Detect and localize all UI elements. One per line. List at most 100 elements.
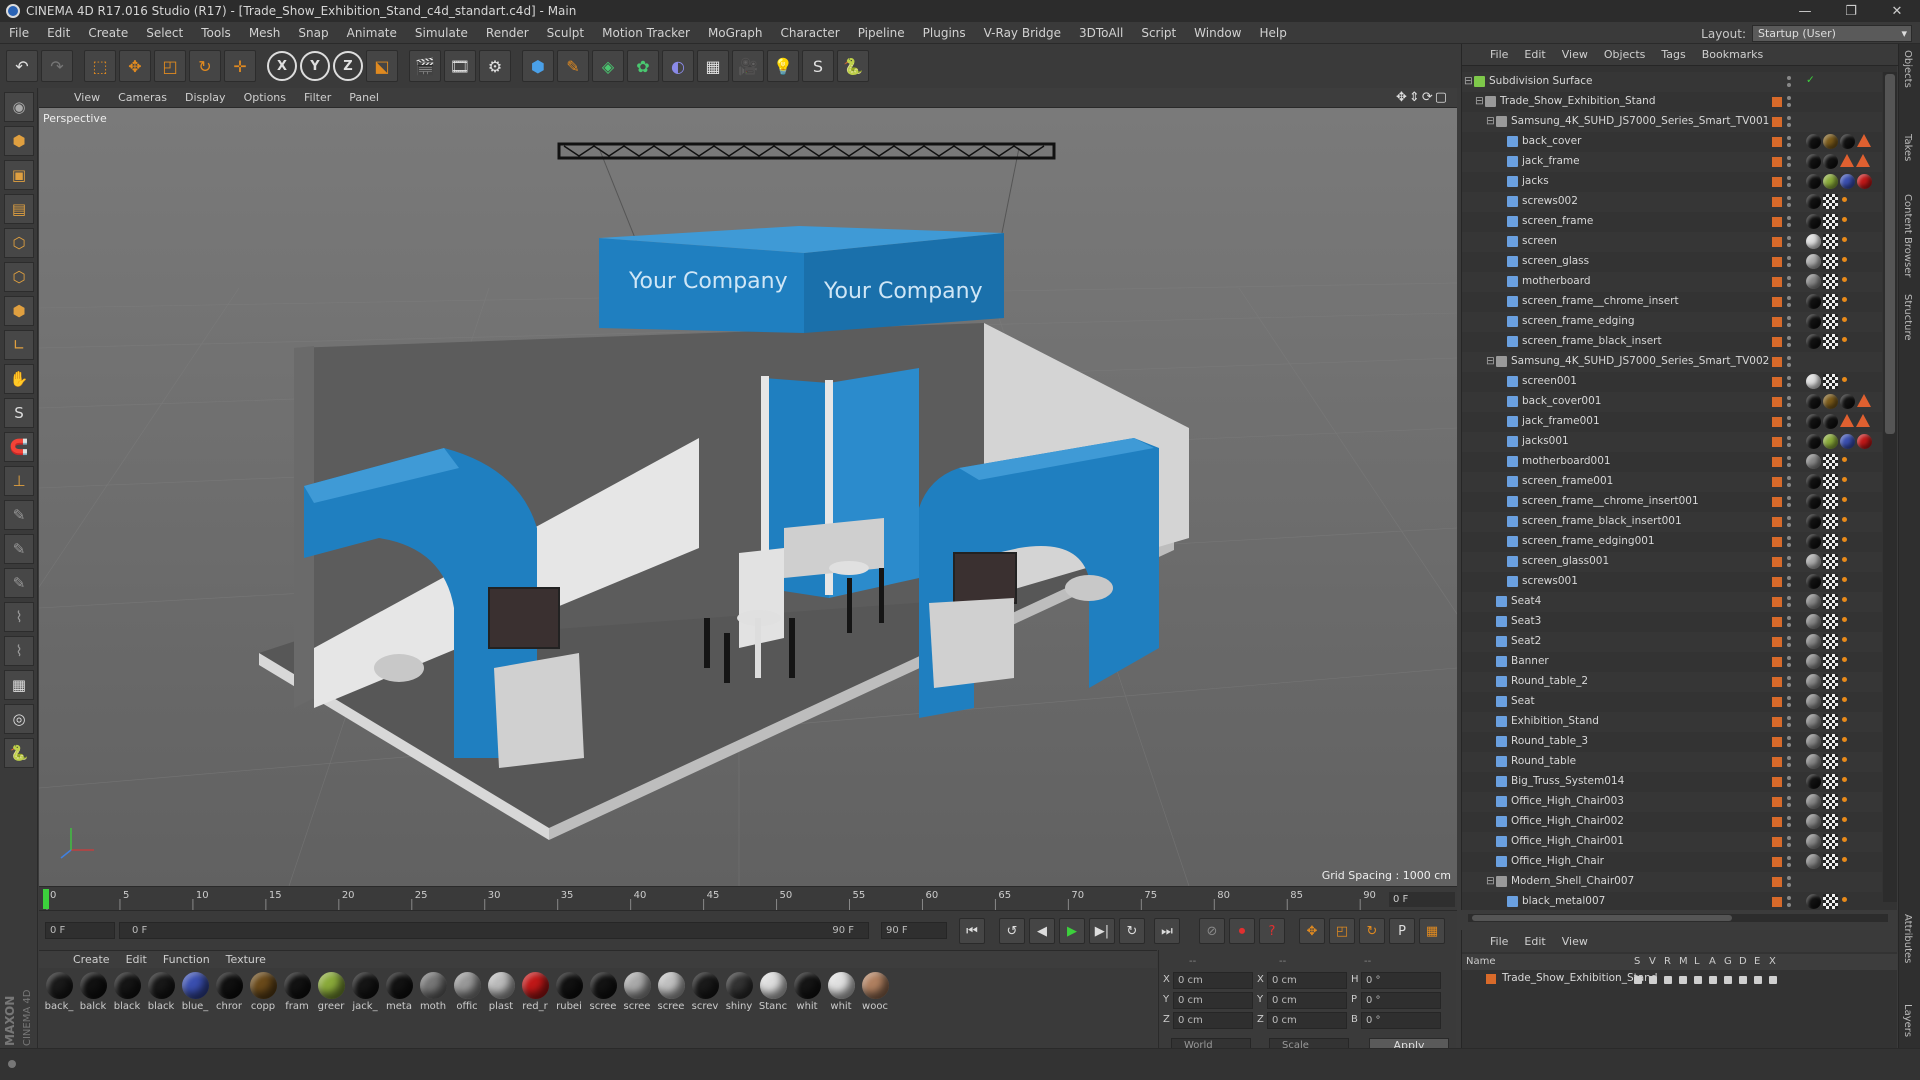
side-tab-objects[interactable]: Objects — [1902, 50, 1913, 88]
material-swatch[interactable]: black — [110, 972, 144, 1048]
material-swatch[interactable]: Stanc — [756, 972, 790, 1048]
key-pla-icon[interactable]: ▦ — [1419, 918, 1445, 944]
next-key-icon[interactable]: ↻ — [1119, 918, 1145, 944]
phong-tag-icon[interactable] — [1840, 774, 1850, 789]
play-icon[interactable]: ▶ — [1059, 918, 1085, 944]
workplane-mode-icon[interactable]: ▤ — [4, 194, 34, 224]
material-tag-icon[interactable] — [1806, 494, 1821, 509]
visibility-dots-icon[interactable] — [1787, 655, 1792, 668]
uvw-tag-icon[interactable] — [1823, 554, 1838, 569]
object-row[interactable]: Seat — [1462, 692, 1882, 712]
layer-color-icon[interactable] — [1772, 417, 1782, 427]
viewport-menu-filter[interactable]: Filter — [295, 91, 340, 104]
object-row[interactable]: Office_High_Chair002 — [1462, 812, 1882, 832]
material-tag-icon[interactable] — [1806, 134, 1821, 149]
light-icon[interactable]: 💡 — [767, 50, 799, 82]
uvw-tag-icon[interactable] — [1823, 314, 1838, 329]
coord-value-field[interactable]: 0 cm — [1173, 992, 1253, 1009]
viewport-menu-panel[interactable]: Panel — [340, 91, 388, 104]
uvw-tag-icon[interactable] — [1823, 234, 1838, 249]
phong-tag-icon[interactable] — [1840, 814, 1850, 829]
object-row[interactable]: Seat2 — [1462, 632, 1882, 652]
knife-icon[interactable]: ⌇ — [4, 636, 34, 666]
phong-tag-icon[interactable] — [1840, 574, 1850, 589]
menu-select[interactable]: Select — [137, 26, 192, 40]
subdivision-icon[interactable]: ◈ — [592, 50, 624, 82]
material-swatch[interactable]: balck — [76, 972, 110, 1048]
object-row[interactable]: screen_frame_black_insert001 — [1462, 512, 1882, 532]
layer-color-icon[interactable] — [1772, 617, 1782, 627]
y-axis-icon[interactable]: Y — [300, 51, 330, 81]
menu-edit[interactable]: Edit — [38, 26, 79, 40]
selection-tag-icon[interactable] — [1840, 154, 1854, 167]
live-selection-icon[interactable]: ⬚ — [84, 50, 116, 82]
visibility-dots-icon[interactable] — [1787, 435, 1792, 448]
object-row[interactable]: screen — [1462, 232, 1882, 252]
uvw-tag-icon[interactable] — [1823, 474, 1838, 489]
visibility-dots-icon[interactable] — [1787, 175, 1792, 188]
phong-tag-icon[interactable] — [1840, 494, 1850, 509]
layer-flag-toggle-icon[interactable] — [1739, 976, 1747, 984]
phong-tag-icon[interactable] — [1840, 594, 1850, 609]
material-swatch[interactable]: moth — [416, 972, 450, 1048]
object-menu-view[interactable]: View — [1554, 48, 1596, 61]
layer-color-icon[interactable] — [1772, 357, 1782, 367]
layer-color-icon[interactable] — [1772, 477, 1782, 487]
menu-create[interactable]: Create — [79, 26, 137, 40]
python-icon[interactable]: 🐍 — [837, 50, 869, 82]
3d-viewport[interactable]: Your Company Your Company Perspective Gr… — [39, 108, 1457, 886]
visibility-dots-icon[interactable] — [1787, 95, 1792, 108]
material-tag-icon[interactable] — [1823, 154, 1838, 169]
layer-color-icon[interactable] — [1772, 437, 1782, 447]
material-swatch[interactable]: chror — [212, 972, 246, 1048]
go-to-start-icon[interactable]: ⏮ — [959, 918, 985, 944]
soft-selection-icon[interactable]: ◎ — [4, 704, 34, 734]
material-tag-icon[interactable] — [1806, 394, 1821, 409]
selection-tag-icon[interactable] — [1857, 394, 1871, 407]
selection-tag-icon[interactable] — [1856, 414, 1870, 427]
layer-menu-view[interactable]: View — [1554, 935, 1596, 948]
material-tag-icon[interactable] — [1806, 514, 1821, 529]
visibility-dots-icon[interactable] — [1787, 135, 1792, 148]
object-row[interactable]: screen_frame__chrome_insert — [1462, 292, 1882, 312]
phong-tag-icon[interactable] — [1840, 274, 1850, 289]
phong-tag-icon[interactable] — [1840, 554, 1850, 569]
key-rotation-icon[interactable]: ↻ — [1359, 918, 1385, 944]
edit-render-settings-icon[interactable]: ⚙ — [479, 50, 511, 82]
layer-color-icon[interactable] — [1772, 237, 1782, 247]
material-tag-icon[interactable] — [1806, 214, 1821, 229]
phong-tag-icon[interactable] — [1840, 534, 1850, 549]
phong-tag-icon[interactable] — [1840, 374, 1850, 389]
layer-color-icon[interactable] — [1772, 137, 1782, 147]
uvw-tag-icon[interactable] — [1823, 334, 1838, 349]
uvw-tag-icon[interactable] — [1823, 214, 1838, 229]
object-row[interactable]: Office_High_Chair001 — [1462, 832, 1882, 852]
uvw-tag-icon[interactable] — [1823, 754, 1838, 769]
object-row[interactable]: screws001 — [1462, 572, 1882, 592]
visibility-dots-icon[interactable] — [1787, 395, 1792, 408]
material-menu-create[interactable]: Create — [65, 953, 118, 966]
phong-tag-icon[interactable] — [1840, 454, 1850, 469]
visibility-dots-icon[interactable] — [1787, 415, 1792, 428]
layer-color-icon[interactable] — [1772, 157, 1782, 167]
object-row[interactable]: back_cover — [1462, 132, 1882, 152]
object-row[interactable]: ⊟ Samsung_4K_SUHD_JS7000_Series_Smart_TV0… — [1462, 112, 1882, 132]
layer-color-icon[interactable] — [1772, 277, 1782, 287]
menu-render[interactable]: Render — [477, 26, 538, 40]
uvw-tag-icon[interactable] — [1823, 614, 1838, 629]
coord-value-field[interactable]: 0 cm — [1267, 1012, 1347, 1029]
layer-color-icon[interactable] — [1772, 797, 1782, 807]
layer-color-icon[interactable] — [1772, 857, 1782, 867]
menu-pipeline[interactable]: Pipeline — [849, 26, 914, 40]
material-tag-icon[interactable] — [1806, 854, 1821, 869]
texture-mode-icon[interactable]: ▣ — [4, 160, 34, 190]
object-row[interactable]: jack_frame — [1462, 152, 1882, 172]
layer-color-icon[interactable] — [1772, 197, 1782, 207]
phong-tag-icon[interactable] — [1840, 754, 1850, 769]
playhead[interactable] — [43, 889, 49, 909]
selection-tag-icon[interactable] — [1856, 154, 1870, 167]
layer-color-icon[interactable] — [1772, 257, 1782, 267]
pen-spline-icon[interactable]: ✎ — [557, 50, 589, 82]
xpresso-icon[interactable]: S — [802, 50, 834, 82]
object-row[interactable]: screen_frame_black_insert — [1462, 332, 1882, 352]
